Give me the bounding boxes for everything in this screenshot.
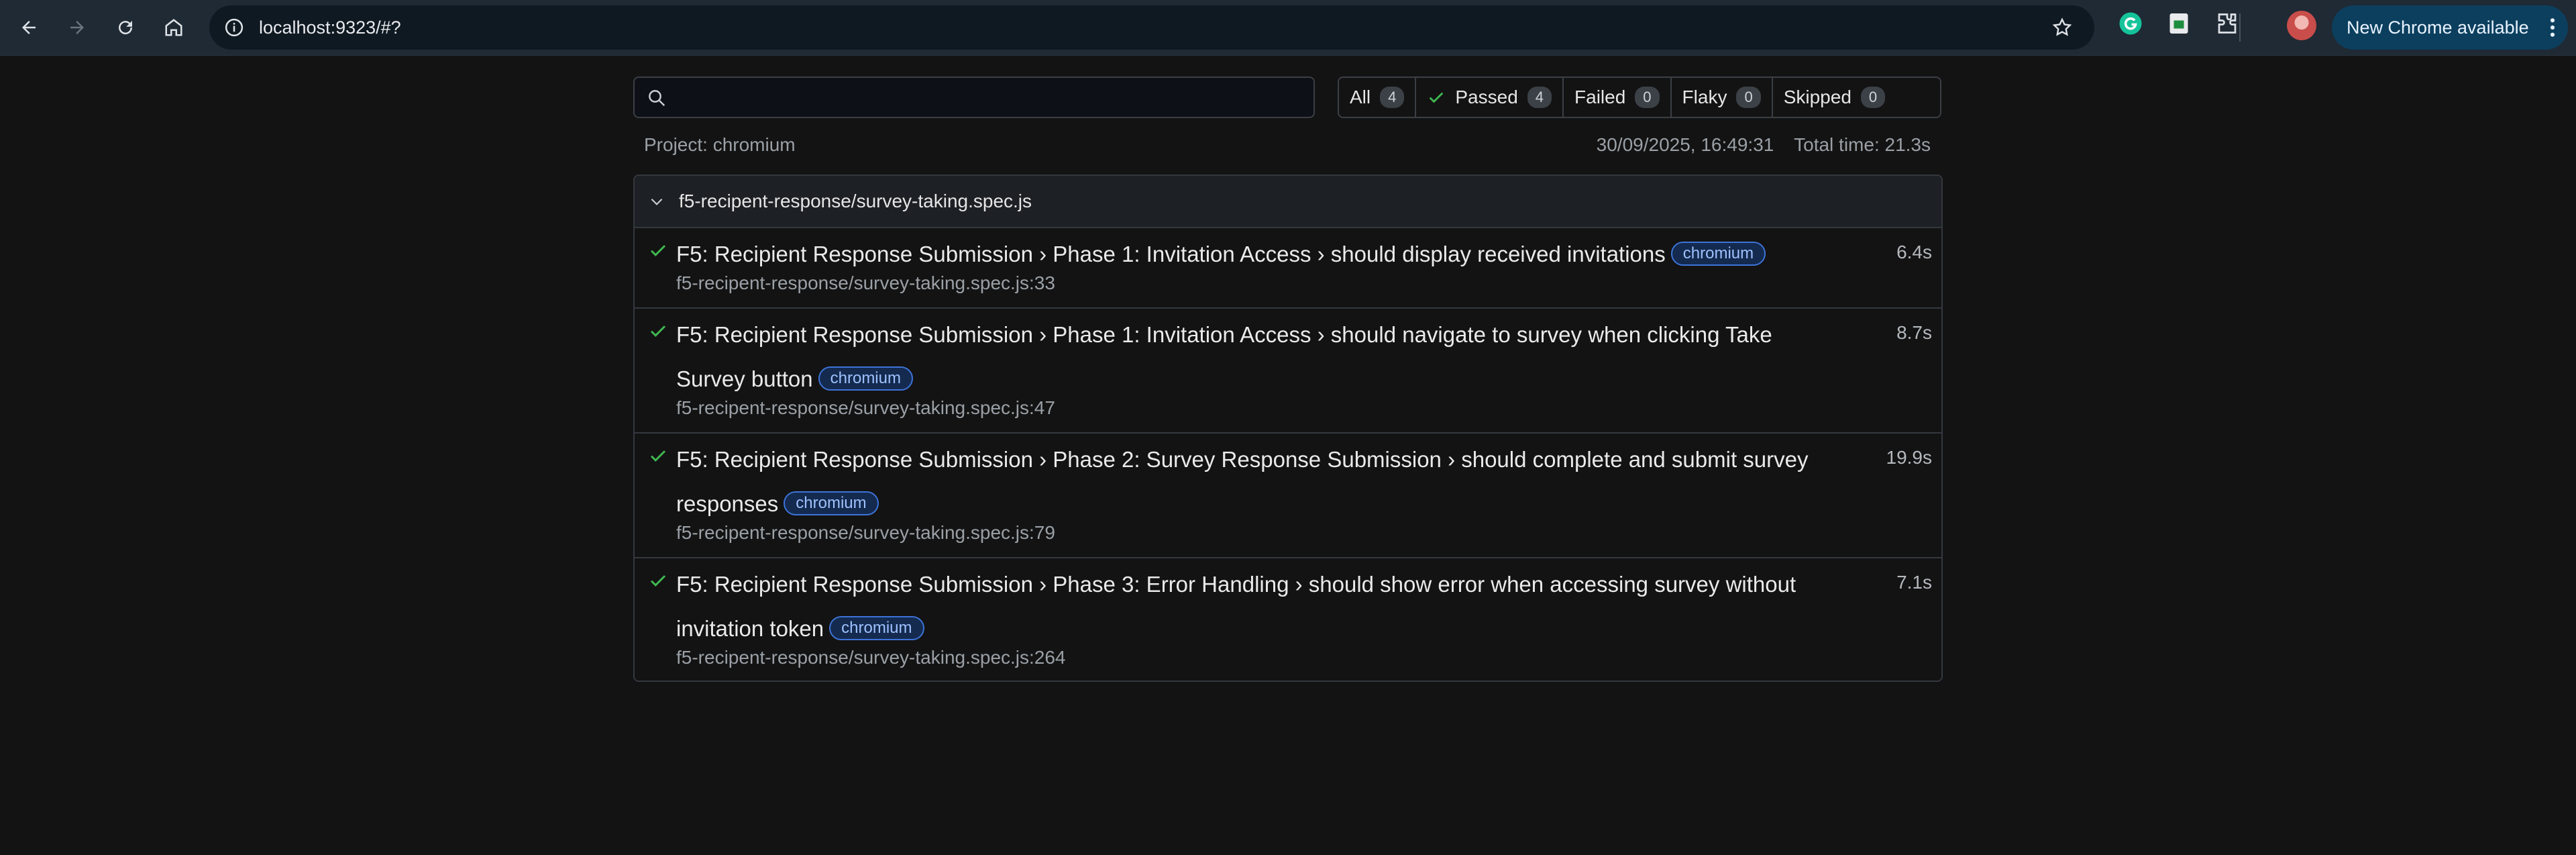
- test-row[interactable]: F5: Recipient Response Submission › Phas…: [635, 558, 1941, 681]
- test-location[interactable]: f5-recipent-response/survey-taking.spec.…: [676, 647, 1066, 668]
- filter-label: Passed: [1455, 87, 1518, 107]
- home-icon: [165, 19, 182, 36]
- test-duration: 8.7s: [1896, 322, 1932, 343]
- filter-count: 0: [1860, 87, 1886, 108]
- grammarly-extension-icon[interactable]: [2118, 11, 2143, 36]
- test-title[interactable]: F5: Recipient Response Submission › Phas…: [676, 562, 1830, 651]
- update-label: New Chrome available: [2347, 17, 2529, 38]
- run-meta: 30/09/2025, 16:49:31 Total time: 21.3s: [1597, 134, 1931, 156]
- test-duration: 6.4s: [1896, 242, 1932, 262]
- test-title[interactable]: F5: Recipient Response Submission › Phas…: [676, 232, 1830, 276]
- file-header[interactable]: f5-recipent-response/survey-taking.spec.…: [635, 176, 1941, 228]
- run-timestamp: 30/09/2025, 16:49:31: [1596, 134, 1774, 155]
- new-chrome-available-button[interactable]: New Chrome available: [2332, 5, 2568, 50]
- test-location[interactable]: f5-recipent-response/survey-taking.spec.…: [676, 272, 1055, 294]
- status-filter-bar: All 4 Passed 4 Failed 0 Flaky 0 Skipped …: [1338, 77, 1941, 118]
- bookmark-star-icon[interactable]: [2051, 17, 2073, 38]
- reload-icon: [119, 21, 133, 35]
- forward-button[interactable]: [62, 12, 93, 43]
- passed-check-icon: [650, 450, 666, 462]
- chevron-down-icon: [651, 198, 663, 205]
- address-bar[interactable]: localhost:9323/#?: [209, 5, 2094, 50]
- test-row[interactable]: F5: Recipient Response Submission › Phas…: [635, 309, 1941, 434]
- filter-skipped[interactable]: Skipped 0: [1773, 78, 1896, 117]
- filter-label: Failed: [1574, 87, 1626, 107]
- toolbar-divider: [2239, 13, 2241, 42]
- test-row[interactable]: F5: Recipient Response Submission › Phas…: [635, 228, 1941, 309]
- project-badge[interactable]: chromium: [818, 366, 913, 391]
- file-card: f5-recipent-response/survey-taking.spec.…: [633, 174, 1943, 682]
- url-text[interactable]: localhost:9323/#?: [259, 5, 401, 50]
- filter-flaky[interactable]: Flaky 0: [1672, 78, 1773, 117]
- extensions-puzzle-icon[interactable]: [2215, 11, 2239, 36]
- filter-label: Skipped: [1783, 87, 1851, 107]
- filter-count: 0: [1736, 87, 1761, 108]
- filter-count: 4: [1527, 87, 1552, 108]
- site-info-icon[interactable]: [224, 17, 244, 38]
- browser-toolbar: localhost:9323/#? New Chrome available: [0, 0, 2576, 56]
- passed-check-icon: [650, 245, 666, 256]
- project-badge[interactable]: chromium: [829, 616, 924, 641]
- reload-button[interactable]: [110, 12, 141, 43]
- test-title[interactable]: F5: Recipient Response Submission › Phas…: [676, 438, 1830, 526]
- test-title-text: F5: Recipient Response Submission › Phas…: [676, 242, 1666, 266]
- test-location[interactable]: f5-recipent-response/survey-taking.spec.…: [676, 397, 1055, 419]
- check-icon: [1430, 92, 1444, 103]
- test-duration: 19.9s: [1886, 447, 1933, 468]
- project-badge[interactable]: chromium: [784, 491, 879, 516]
- project-label: Project: chromium: [644, 134, 796, 155]
- test-location[interactable]: f5-recipent-response/survey-taking.spec.…: [676, 522, 1055, 544]
- home-button[interactable]: [158, 12, 189, 43]
- filter-count: 4: [1380, 87, 1405, 108]
- passed-check-icon: [650, 325, 666, 337]
- filter-count: 0: [1635, 87, 1660, 108]
- test-duration: 7.1s: [1896, 572, 1932, 593]
- file-name: f5-recipent-response/survey-taking.spec.…: [679, 191, 1032, 211]
- sheets-extension-icon[interactable]: [2167, 11, 2191, 36]
- filter-label: All: [1350, 87, 1371, 107]
- filter-all[interactable]: All 4: [1339, 78, 1417, 117]
- total-time: Total time: 21.3s: [1794, 134, 1931, 155]
- project-badge[interactable]: chromium: [1670, 242, 1766, 266]
- arrow-right-icon: [70, 21, 84, 34]
- profile-avatar[interactable]: [2287, 11, 2316, 40]
- test-row[interactable]: F5: Recipient Response Submission › Phas…: [635, 434, 1941, 558]
- search-icon: [649, 90, 665, 107]
- filter-failed[interactable]: Failed 0: [1564, 78, 1672, 117]
- arrow-left-icon: [22, 21, 36, 34]
- more-vert-icon: [2550, 18, 2555, 37]
- back-button[interactable]: [13, 12, 44, 43]
- filter-label: Flaky: [1682, 87, 1727, 107]
- test-title[interactable]: F5: Recipient Response Submission › Phas…: [676, 313, 1830, 401]
- filter-passed[interactable]: Passed 4: [1416, 78, 1564, 117]
- search-input[interactable]: [633, 77, 1315, 118]
- passed-check-icon: [650, 575, 666, 587]
